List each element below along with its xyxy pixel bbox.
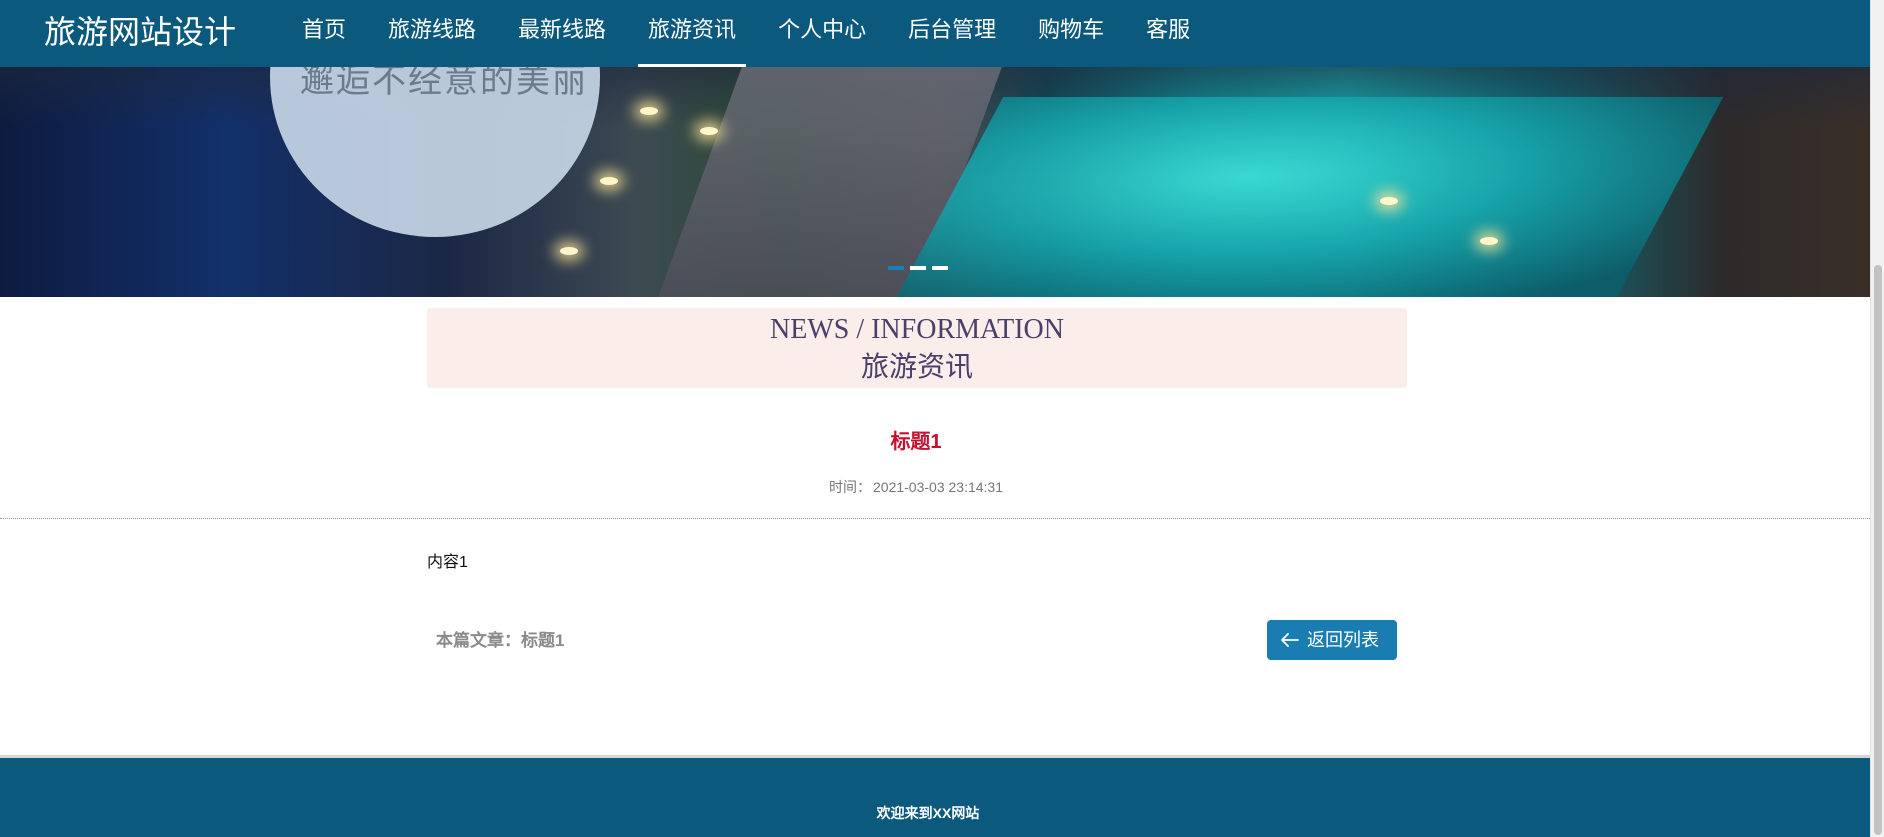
carousel-dot[interactable] — [888, 266, 904, 270]
section-heading: NEWS / INFORMATION 旅游资讯 — [427, 308, 1407, 388]
nav-item-customer-service[interactable]: 客服 — [1136, 0, 1200, 67]
nav-item-cart[interactable]: 购物车 — [1028, 0, 1114, 67]
back-to-list-button[interactable]: 返回列表 — [1267, 620, 1397, 660]
back-to-list-label: 返回列表 — [1307, 630, 1379, 650]
banner-light — [560, 247, 578, 255]
nav-item-travel-news[interactable]: 旅游资讯 — [638, 0, 747, 67]
nav-item-admin[interactable]: 后台管理 — [898, 0, 1006, 67]
section-title-en: NEWS / INFORMATION — [770, 314, 1064, 345]
carousel-indicators — [888, 266, 948, 270]
time-label: 时间： — [829, 479, 871, 495]
banner-light — [640, 107, 658, 115]
time-value: 2021-03-03 23:14:31 — [873, 479, 1003, 495]
article-title: 标题1 — [890, 431, 942, 453]
hero-banner[interactable]: 邂逅不经意的美丽 — [0, 67, 1870, 297]
current-article-label: 本篇文章： — [436, 631, 521, 650]
divider — [0, 518, 1870, 519]
current-article: 本篇文章：标题1 — [436, 629, 564, 653]
banner-light — [1480, 237, 1498, 245]
article-meta: 时间： 2021-03-03 23:14:31 — [0, 477, 1832, 497]
carousel-dot[interactable] — [932, 266, 948, 270]
article-content: 内容1 — [427, 554, 468, 571]
nav-item-personal-center[interactable]: 个人中心 — [768, 0, 876, 67]
nav-item-home[interactable]: 首页 — [292, 0, 356, 67]
footer: 欢迎来到XX网站 — [0, 755, 1870, 837]
page: 旅游网站设计 首页 旅游线路 最新线路 旅游资讯 个人中心 后台管理 购物车 客… — [0, 0, 1884, 837]
arrow-left-icon — [1281, 633, 1299, 647]
banner-slogan: 邂逅不经意的美丽 — [300, 67, 588, 101]
current-article-title: 标题1 — [521, 631, 565, 650]
banner-light — [600, 177, 618, 185]
site-brand[interactable]: 旅游网站设计 — [44, 12, 236, 52]
carousel-dot[interactable] — [910, 266, 926, 270]
nav-item-latest-routes[interactable]: 最新线路 — [508, 0, 616, 67]
banner-light — [700, 127, 718, 135]
top-navbar: 旅游网站设计 首页 旅游线路 最新线路 旅游资讯 个人中心 后台管理 购物车 客… — [0, 0, 1870, 67]
banner-light — [1380, 197, 1398, 205]
banner-pool — [896, 97, 1724, 297]
vertical-scrollbar[interactable] — [1870, 0, 1884, 837]
nav-item-travel-routes[interactable]: 旅游线路 — [378, 0, 486, 67]
scrollbar-thumb[interactable] — [1874, 265, 1882, 835]
section-title-cn: 旅游资讯 — [860, 350, 973, 383]
footer-text: 欢迎来到XX网站 — [876, 805, 980, 821]
main-nav: 首页 旅游线路 最新线路 旅游资讯 个人中心 后台管理 购物车 客服 — [292, 0, 1222, 67]
